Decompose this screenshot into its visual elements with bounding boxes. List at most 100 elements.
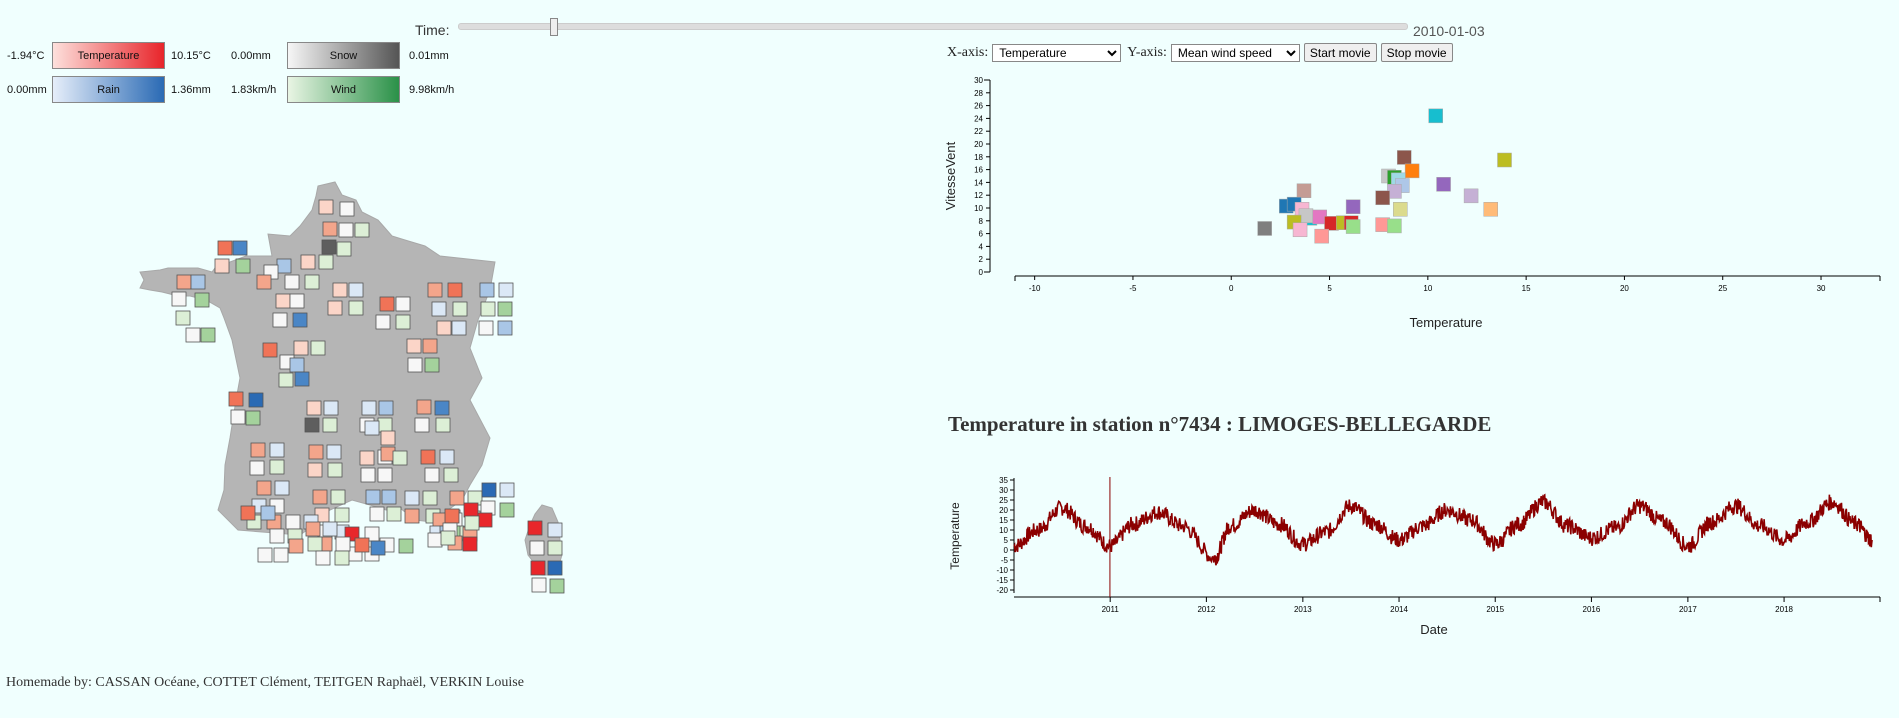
station-marker[interactable] (424, 467, 440, 483)
station-marker[interactable] (422, 338, 438, 354)
station-marker[interactable] (436, 320, 452, 336)
station-marker[interactable] (360, 467, 376, 483)
station-marker[interactable] (334, 507, 350, 523)
scatter-point[interactable] (1483, 202, 1498, 217)
station-marker[interactable] (386, 506, 402, 522)
station-marker[interactable] (404, 508, 420, 524)
station-marker[interactable] (249, 460, 265, 476)
scatter-point[interactable] (1345, 219, 1361, 234)
station-marker[interactable] (395, 296, 411, 312)
station-marker[interactable] (235, 258, 251, 274)
scatter-point[interactable] (1404, 163, 1420, 179)
scatter-point[interactable] (1463, 188, 1479, 204)
station-marker[interactable] (318, 199, 334, 215)
station-marker[interactable] (289, 357, 305, 373)
station-marker[interactable] (292, 312, 308, 328)
station-marker[interactable] (300, 254, 316, 270)
station-marker[interactable] (427, 532, 443, 548)
scatter-point[interactable] (1296, 183, 1312, 198)
y-axis-select[interactable]: Mean wind speed (1170, 43, 1300, 62)
station-marker[interactable] (444, 508, 460, 524)
scatter-point[interactable] (1497, 152, 1512, 168)
station-marker[interactable] (451, 320, 467, 336)
station-marker[interactable] (185, 327, 201, 343)
scatter-point[interactable] (1387, 218, 1402, 234)
station-marker[interactable] (312, 489, 328, 505)
station-marker[interactable] (359, 450, 375, 466)
station-marker[interactable] (427, 282, 443, 298)
station-marker[interactable] (549, 578, 565, 594)
station-marker[interactable] (305, 521, 321, 537)
station-marker[interactable] (269, 528, 285, 544)
station-marker[interactable] (440, 530, 456, 546)
station-marker[interactable] (529, 540, 545, 556)
station-marker[interactable] (288, 538, 304, 554)
station-marker[interactable] (248, 392, 264, 408)
station-marker[interactable] (260, 505, 276, 521)
station-marker[interactable] (424, 357, 440, 373)
station-marker[interactable] (175, 310, 191, 326)
station-marker[interactable] (497, 320, 513, 336)
station-marker[interactable] (289, 293, 305, 309)
station-marker[interactable] (304, 417, 320, 433)
scatter-point[interactable] (1393, 202, 1408, 217)
station-marker[interactable] (190, 274, 206, 290)
station-marker[interactable] (398, 538, 414, 554)
station-marker[interactable] (452, 301, 468, 317)
stop-movie-button[interactable]: Stop movie (1380, 43, 1453, 62)
station-marker[interactable] (406, 338, 422, 354)
station-marker[interactable] (322, 417, 338, 433)
station-marker[interactable] (230, 409, 246, 425)
station-marker[interactable] (422, 490, 438, 506)
station-marker[interactable] (330, 489, 346, 505)
station-marker[interactable] (318, 254, 334, 270)
station-marker[interactable] (547, 540, 563, 556)
station-marker[interactable] (370, 540, 386, 556)
scatter-point[interactable] (1428, 108, 1443, 124)
station-marker[interactable] (304, 274, 320, 290)
station-marker[interactable] (278, 372, 294, 388)
station-marker[interactable] (379, 296, 395, 312)
station-marker[interactable] (497, 301, 513, 317)
station-marker[interactable] (498, 282, 514, 298)
station-marker[interactable] (285, 514, 301, 530)
station-marker[interactable] (273, 547, 289, 563)
station-marker[interactable] (228, 391, 244, 407)
station-marker[interactable] (547, 522, 563, 538)
station-marker[interactable] (335, 536, 351, 552)
station-marker[interactable] (176, 274, 192, 290)
station-marker[interactable] (464, 515, 480, 531)
station-marker[interactable] (378, 400, 394, 416)
station-marker[interactable] (327, 462, 343, 478)
scatter-point[interactable] (1292, 222, 1308, 238)
station-marker[interactable] (326, 444, 342, 460)
station-marker[interactable] (365, 489, 381, 505)
station-marker[interactable] (338, 222, 354, 238)
station-marker[interactable] (354, 537, 370, 553)
station-marker[interactable] (435, 417, 451, 433)
time-slider-thumb[interactable] (549, 18, 558, 36)
station-marker[interactable] (245, 410, 261, 426)
station-marker[interactable] (380, 430, 396, 446)
station-marker[interactable] (420, 449, 436, 465)
station-marker[interactable] (217, 240, 233, 256)
station-marker[interactable] (480, 301, 496, 317)
station-marker[interactable] (322, 221, 338, 237)
station-marker[interactable] (310, 340, 326, 356)
station-marker[interactable] (214, 258, 230, 274)
station-marker[interactable] (306, 400, 322, 416)
station-marker[interactable] (392, 450, 408, 466)
station-marker[interactable] (477, 512, 493, 528)
station-marker[interactable] (361, 400, 377, 416)
station-marker[interactable] (274, 480, 290, 496)
station-marker[interactable] (499, 502, 515, 518)
x-axis-select[interactable]: Temperature (992, 43, 1122, 62)
station-marker[interactable] (377, 467, 393, 483)
station-marker[interactable] (547, 560, 563, 576)
station-marker[interactable] (530, 560, 546, 576)
station-marker[interactable] (275, 293, 291, 309)
scatter-point[interactable] (1436, 177, 1451, 192)
scatter-point[interactable] (1397, 150, 1412, 165)
station-marker[interactable] (381, 489, 397, 505)
station-marker[interactable] (354, 222, 370, 238)
